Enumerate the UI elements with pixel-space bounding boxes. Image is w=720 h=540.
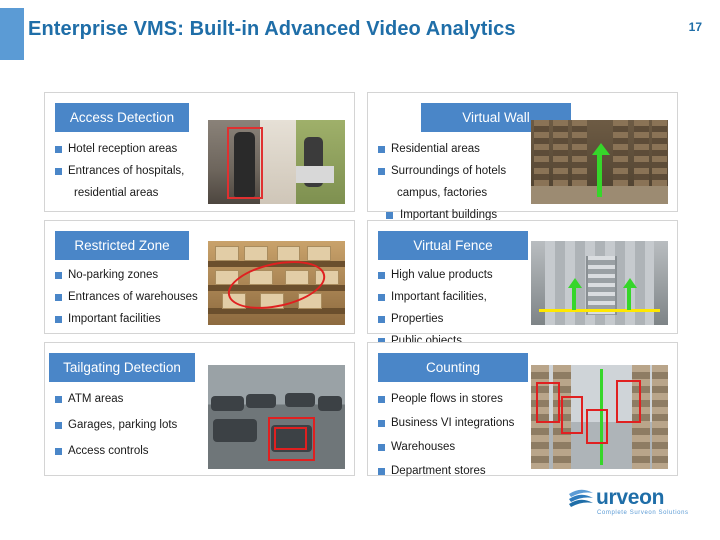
virtual-fence-line-overlay xyxy=(539,308,660,312)
bullet-square-icon xyxy=(55,396,62,403)
list-item: Access controls xyxy=(55,445,177,458)
bullet-square-icon xyxy=(386,212,393,219)
list-item-label: ATM areas xyxy=(68,393,124,405)
bullet-square-icon xyxy=(378,316,385,323)
store-aisle-people-counting-thumbnail xyxy=(531,365,668,469)
list-item-label: No-parking zones xyxy=(68,269,159,281)
corridor-person-detection-thumbnail xyxy=(208,120,345,204)
bullet-square-icon xyxy=(378,444,385,451)
section-heading-virtual-fence: Virtual Fence xyxy=(378,231,528,260)
bullet-square-icon xyxy=(55,146,62,153)
list-item: No-parking zones xyxy=(55,269,198,282)
list-item-label: Entrances of warehouses xyxy=(68,291,198,303)
list-item: Warehouses xyxy=(378,441,514,454)
list-item: Properties xyxy=(378,313,493,326)
list-item-label: Business VI integrations xyxy=(391,417,515,429)
list-item-label: Department stores xyxy=(391,465,486,477)
bullet-square-icon xyxy=(55,168,62,175)
bullet-list-counting: People flows in stores Business VI integ… xyxy=(378,393,514,487)
list-item: Important facilities, xyxy=(378,291,493,304)
bullet-square-icon xyxy=(55,272,62,279)
list-item-label: Garages, parking lots xyxy=(68,419,178,431)
page-title: Enterprise VMS: Built-in Advanced Video … xyxy=(28,18,516,40)
list-item: Business VI integrations xyxy=(378,417,514,430)
list-item-label: Properties xyxy=(391,313,444,325)
card-virtual-fence[interactable]: Virtual Fence High value products Import… xyxy=(367,220,678,347)
shelves-red-ellipse-thumbnail xyxy=(208,241,345,325)
list-item: Garages, parking lots xyxy=(55,419,177,432)
card-counting[interactable]: Counting People flows in stores Business… xyxy=(367,342,678,477)
swoosh-icon xyxy=(569,489,593,507)
bullet-list-restricted-zone: No-parking zones Entrances of warehouses… xyxy=(55,269,198,335)
list-item-label: Important facilities, xyxy=(391,291,487,303)
analytics-grid: Access Detection Hotel reception areas E… xyxy=(44,92,678,477)
list-item: residential areas xyxy=(55,187,184,200)
card-tailgating-detection[interactable]: Tailgating Detection ATM areas Garages, … xyxy=(44,342,355,476)
bullet-square-icon xyxy=(378,168,385,175)
bullet-square-icon xyxy=(55,448,62,455)
logo-wordmark: urveon xyxy=(596,486,665,509)
list-item-label: Warehouses xyxy=(391,441,456,453)
slide-number: 17 xyxy=(688,20,702,34)
list-item: Hotel reception areas xyxy=(55,143,184,156)
surveon-logo: urveon Complete Surveon Solutions xyxy=(566,486,689,528)
list-item-label: Entrances of hospitals, xyxy=(68,165,185,177)
list-item: Residential areas xyxy=(378,143,506,156)
list-item: People flows in stores xyxy=(378,393,514,406)
list-item: ATM areas xyxy=(55,393,177,406)
bullet-square-icon xyxy=(378,146,385,153)
bullet-square-icon xyxy=(378,396,385,403)
logo-tagline: Complete Surveon Solutions xyxy=(597,510,689,516)
list-item-label: Important facilities xyxy=(68,313,161,325)
section-heading-tailgating-detection: Tailgating Detection xyxy=(49,353,195,382)
list-item: campus, factories xyxy=(378,187,506,200)
list-item: Important facilities xyxy=(55,313,198,326)
list-item-label: People flows in stores xyxy=(391,393,503,405)
header-accent-bar xyxy=(0,8,24,60)
bullet-square-icon xyxy=(55,422,62,429)
bullet-square-icon xyxy=(55,316,62,323)
bullet-list-virtual-wall: Residential areas Surroundings of hotels… xyxy=(378,143,506,231)
bullet-list-access-detection: Hotel reception areas Entrances of hospi… xyxy=(55,143,184,209)
list-item: Surroundings of hotels xyxy=(378,165,506,178)
parking-lot-red-box-thumbnail xyxy=(208,365,345,469)
bullet-square-icon xyxy=(55,294,62,301)
card-virtual-wall[interactable]: Virtual Wall Residential areas Surroundi… xyxy=(367,92,678,221)
card-restricted-zone[interactable]: Restricted Zone No-parking zones Entranc… xyxy=(44,220,355,334)
list-item: Entrances of warehouses xyxy=(55,291,198,304)
list-item-label: Residential areas xyxy=(391,143,480,155)
list-item: Department stores xyxy=(378,465,514,478)
list-item-label: residential areas xyxy=(74,187,159,199)
section-heading-access-detection: Access Detection xyxy=(55,103,189,132)
elevator-yellow-line-thumbnail xyxy=(531,241,668,325)
bullet-list-tailgating-detection: ATM areas Garages, parking lots Access c… xyxy=(55,393,177,467)
list-item-label: Access controls xyxy=(68,445,149,457)
bullet-square-icon xyxy=(378,294,385,301)
list-item-label: Hotel reception areas xyxy=(68,143,178,155)
section-heading-restricted-zone: Restricted Zone xyxy=(55,231,189,260)
list-item: Entrances of hospitals, xyxy=(55,165,184,178)
bullet-square-icon xyxy=(378,420,385,427)
list-item-label: campus, factories xyxy=(397,187,488,199)
section-heading-counting: Counting xyxy=(378,353,528,382)
bullet-square-icon xyxy=(378,468,385,475)
detection-box-overlay xyxy=(227,126,263,199)
bullet-square-icon xyxy=(378,272,385,279)
list-item-label: High value products xyxy=(391,269,493,281)
card-access-detection[interactable]: Access Detection Hotel reception areas E… xyxy=(44,92,355,212)
warehouse-aisle-arrow-thumbnail xyxy=(531,120,668,204)
direction-arrow-overlay xyxy=(596,153,602,198)
list-item: High value products xyxy=(378,269,493,282)
list-item-label: Surroundings of hotels xyxy=(391,165,507,177)
